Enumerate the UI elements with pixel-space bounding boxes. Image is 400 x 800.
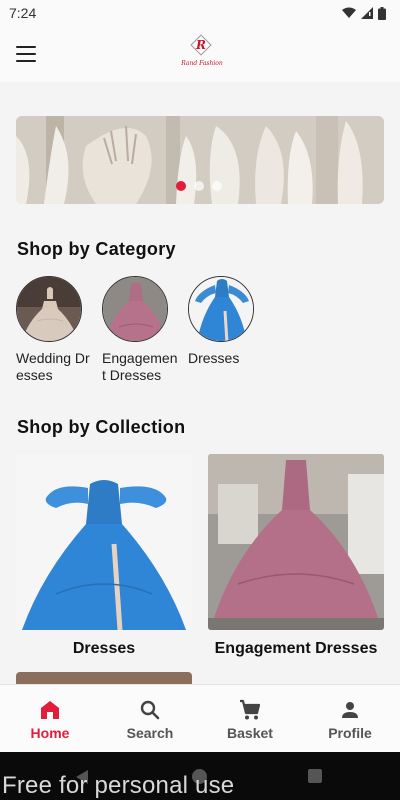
nav-profile[interactable]: Profile [300,685,400,752]
home-content[interactable]: Shop by Category Wedding Dresses Engagem… [0,82,400,684]
menu-button[interactable] [16,46,36,62]
collection-image [208,454,384,630]
carousel-dot[interactable] [212,181,222,191]
category-image [102,276,168,342]
wifi-icon [342,7,356,18]
cart-icon [240,699,261,720]
collection-card-partial[interactable] [16,672,192,684]
person-icon [342,702,358,718]
app-bar: R Rand Fashion [0,26,400,82]
carousel-dot[interactable] [194,181,204,191]
logo-icon: R [190,34,212,56]
carousel-dots [176,181,222,191]
bottom-navigation: Home Search Basket Profile [0,684,400,752]
collection-card-engagement-dresses[interactable]: Engagement Dresses [208,454,384,658]
category-label: Dresses [188,350,240,366]
category-section-title: Shop by Category [17,239,176,259]
hero-banner[interactable] [16,116,384,204]
search-icon [140,700,160,720]
category-item-wedding-dresses[interactable]: Wedding Dresses [16,276,90,384]
nav-home[interactable]: Home [0,685,100,752]
collection-label: Dresses [72,640,136,657]
nav-label-profile: Profile [328,725,372,741]
nav-label-home: Home [30,725,70,741]
nav-search[interactable]: Search [100,685,200,752]
battery-icon [378,6,386,20]
nav-label-basket: Basket [227,725,273,741]
carousel-dot-active[interactable] [176,181,186,191]
collection-section-title: Shop by Collection [17,417,186,437]
collection-image [16,454,192,630]
logo-text: Rand Fashion [181,60,223,67]
home-icon [41,701,59,719]
category-image [188,276,254,342]
watermark-text: Free for personal use [2,772,235,799]
hamburger-icon-line [16,46,36,48]
category-label: Wedding Dresses [16,350,90,383]
hamburger-icon-line [16,60,36,62]
svg-text:R: R [195,38,206,52]
recents-icon[interactable] [308,769,322,783]
category-item-dresses[interactable]: Dresses [188,276,258,367]
category-image [16,276,82,342]
status-bar: 7:24 [0,0,400,26]
status-time: 7:24 [9,5,37,21]
collection-label: Engagement Dresses [214,640,378,657]
brand-logo[interactable]: R Rand Fashion [178,32,226,76]
category-item-engagement-dresses[interactable]: Engagement Dresses [102,276,178,384]
hamburger-icon-line [16,53,36,55]
category-label: Engagement Dresses [102,350,178,383]
status-icons [342,6,386,20]
nav-label-search: Search [126,725,174,741]
collection-card-dresses[interactable]: Dresses [16,454,192,658]
signal-icon [361,7,373,19]
nav-basket[interactable]: Basket [200,685,300,752]
